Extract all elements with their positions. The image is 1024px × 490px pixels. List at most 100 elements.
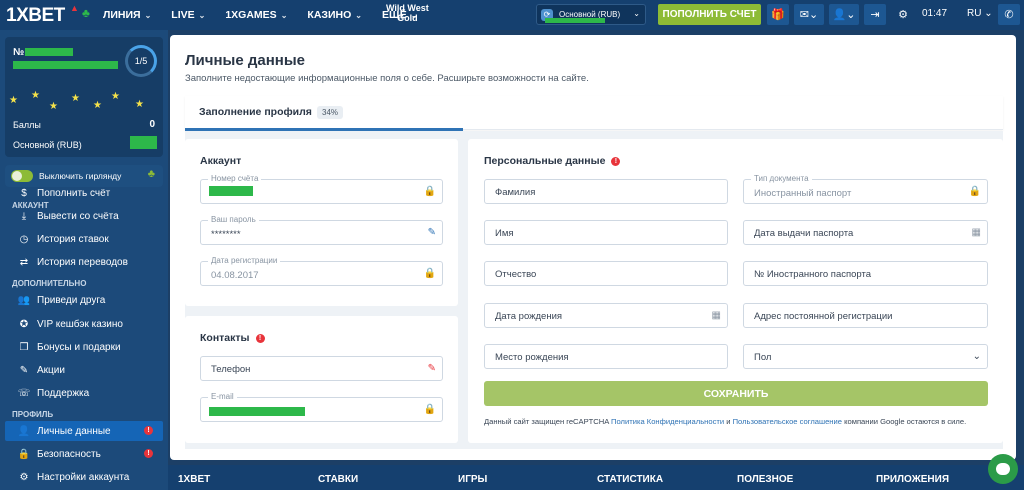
- sidebar-item-bet-history[interactable]: ◷ История ставок: [5, 229, 163, 249]
- first-name-field[interactable]: Имя: [484, 220, 728, 245]
- chevron-down-icon: ⌄: [355, 10, 362, 20]
- hidden-username: [13, 61, 118, 69]
- contacts-card: Контакты! Телефон ✎ E-mail 🔒: [185, 316, 458, 443]
- vip-icon: ✪: [19, 318, 29, 330]
- calendar-icon[interactable]: ▦: [712, 310, 721, 321]
- promo-icon: ✎: [19, 364, 29, 376]
- nav-item-line[interactable]: ЛИНИЯ ⌄: [103, 9, 151, 21]
- privacy-policy-link[interactable]: Политика Конфиденциальности: [611, 417, 724, 426]
- phone-field[interactable]: Телефон ✎: [200, 356, 443, 381]
- person-icon: 👤: [17, 425, 31, 437]
- account-number-field[interactable]: Номер счёта 🔒: [200, 174, 443, 204]
- transfer-icon: ⇄: [19, 256, 29, 268]
- balance-label: Основной (RUB): [13, 140, 82, 150]
- user-agreement-link[interactable]: Пользовательское соглашение: [733, 417, 842, 426]
- lock-icon: 🔒: [968, 186, 981, 197]
- hidden-account-id: [25, 48, 73, 56]
- level-indicator[interactable]: 1/5: [125, 45, 157, 77]
- registration-date-field[interactable]: Дата регистрации 04.08.2017 🔒: [200, 256, 443, 286]
- chevron-down-icon: ⌄: [280, 10, 288, 20]
- user-icon[interactable]: 👤⌄: [829, 4, 859, 25]
- email-field[interactable]: E-mail 🔒: [200, 392, 443, 422]
- section-profile: ПРОФИЛЬ: [12, 410, 54, 419]
- warning-icon: !: [144, 426, 153, 435]
- warning-icon: !: [611, 157, 621, 166]
- last-name-field[interactable]: Фамилия: [484, 179, 728, 204]
- contacts-title: Контакты!: [200, 332, 265, 344]
- lock-icon: 🔒: [423, 186, 436, 197]
- support-icon: ☏: [17, 387, 31, 399]
- footer-item-bets[interactable]: СТАВКИ: [318, 474, 358, 485]
- recaptcha-notice: Данный сайт защищен reCAPTCHA Политика К…: [484, 417, 967, 426]
- mail-icon[interactable]: ✉⌄: [794, 4, 824, 25]
- footer-item-statistics[interactable]: СТАТИСТИКА: [597, 474, 663, 485]
- passport-number-field[interactable]: № Иностранного паспорта: [743, 261, 988, 286]
- sidebar-item-vip[interactable]: ✪ VIP кешбэк казино: [5, 314, 163, 334]
- account-card: Аккаунт Номер счёта 🔒 Ваш пароль *******…: [185, 139, 458, 306]
- hidden-balance: [545, 18, 605, 23]
- edit-icon[interactable]: ✎: [428, 363, 436, 374]
- password-field[interactable]: Ваш пароль ******** ✎: [200, 215, 443, 245]
- footer-item-games[interactable]: ИГРЫ: [458, 474, 487, 485]
- santa-hat-icon: ▲: [70, 3, 79, 13]
- garland-decoration: ★ ★ ★ ★ ★ ★ ★: [9, 90, 144, 112]
- sidebar-item-bonuses[interactable]: ❒ Бонусы и подарки: [5, 337, 163, 357]
- christmas-tree-icon: ♣: [82, 6, 90, 20]
- nav-item-1xgames[interactable]: 1XGAMES ⌄: [225, 9, 287, 21]
- footer-item-useful[interactable]: ПОЛЕЗНОЕ: [737, 474, 793, 485]
- personal-data-title: Персональные данные!: [484, 155, 621, 167]
- phone-icon[interactable]: ✆: [998, 4, 1020, 25]
- wild-west-gold-promo[interactable]: Wild West Gold: [386, 3, 429, 23]
- logout-icon[interactable]: ⇥: [864, 4, 886, 25]
- hidden-balance-value: [130, 136, 157, 149]
- gift-icon[interactable]: 🎁: [767, 4, 789, 25]
- warning-icon: !: [255, 334, 265, 343]
- section-additional: ДОПОЛНИТЕЛЬНО: [12, 279, 87, 288]
- sidebar-item-account-settings[interactable]: ⚙ Настройки аккаунта: [5, 467, 163, 487]
- settings-icon[interactable]: ⚙: [892, 4, 914, 25]
- sidebar-item-support[interactable]: ☏ Поддержка: [5, 383, 163, 403]
- nav-item-live[interactable]: LIVE ⌄: [171, 9, 205, 21]
- footer-item-apps[interactable]: ПРИЛОЖЕНИЯ: [876, 474, 949, 485]
- hidden-email: [209, 407, 305, 416]
- tab-profile-completion[interactable]: Заполнение профиля: [199, 106, 312, 118]
- lock-icon: 🔒: [423, 268, 436, 279]
- gear-icon: ⚙: [19, 471, 29, 483]
- sidebar-item-withdraw[interactable]: ⤓ Вывести со счёта: [5, 206, 163, 226]
- document-type-field[interactable]: Тип документа Иностранный паспорт 🔒: [743, 174, 988, 204]
- deposit-button[interactable]: ПОПОЛНИТЬ СЧЕТ: [658, 4, 761, 25]
- footer-item-1xbet[interactable]: 1XBET: [178, 474, 210, 485]
- logo[interactable]: 1XBET ▲ ♣: [6, 3, 90, 27]
- chat-button[interactable]: [988, 454, 1018, 484]
- calendar-icon[interactable]: ▦: [972, 227, 981, 238]
- sidebar: № 1/5 ★ ★ ★ ★ ★ ★ ★ Баллы 0 Основной (RUB) Вык…: [0, 30, 168, 490]
- edit-icon[interactable]: ✎: [428, 227, 436, 238]
- address-field[interactable]: Адрес постоянной регистрации: [743, 303, 988, 328]
- sidebar-item-invite[interactable]: 👥 Приведи друга: [5, 290, 163, 310]
- warning-icon: !: [144, 449, 153, 458]
- sidebar-item-deposit[interactable]: $ Пополнить счёт: [5, 183, 163, 203]
- nav-item-casino[interactable]: КАЗИНО ⌄: [307, 9, 362, 21]
- gender-select[interactable]: Пол ⌄: [743, 344, 988, 369]
- profile-tabs: Заполнение профиля 34%: [185, 96, 1003, 131]
- sidebar-item-promotions[interactable]: ✎ Акции: [5, 360, 163, 380]
- friends-icon: 👥: [17, 294, 31, 306]
- sidebar-item-transfer-history[interactable]: ⇄ История переводов: [5, 252, 163, 272]
- toggle-switch[interactable]: [11, 170, 33, 182]
- points-value: 0: [149, 119, 155, 130]
- birth-place-field[interactable]: Место рождения: [484, 344, 728, 369]
- balance-selector[interactable]: ⟳ Основной (RUB) ⌄: [536, 4, 646, 25]
- hidden-account-number: [209, 186, 253, 196]
- birth-date-field[interactable]: Дата рождения ▦: [484, 303, 728, 328]
- page-title: Личные данные: [185, 52, 305, 69]
- lock-icon: 🔒: [423, 404, 436, 415]
- lock-icon: 🔒: [17, 448, 31, 460]
- account-title: Аккаунт: [200, 155, 242, 167]
- sidebar-item-personal-data[interactable]: 👤 Личные данные!: [5, 421, 163, 441]
- patronymic-field[interactable]: Отчество: [484, 261, 728, 286]
- language-selector[interactable]: RU ⌄: [967, 8, 993, 19]
- passport-issue-date-field[interactable]: Дата выдачи паспорта ▦: [743, 220, 988, 245]
- save-button[interactable]: СОХРАНИТЬ: [484, 381, 988, 406]
- sidebar-item-security[interactable]: 🔒 Безопасность!: [5, 444, 163, 464]
- christmas-tree-icon: ♣: [147, 168, 155, 180]
